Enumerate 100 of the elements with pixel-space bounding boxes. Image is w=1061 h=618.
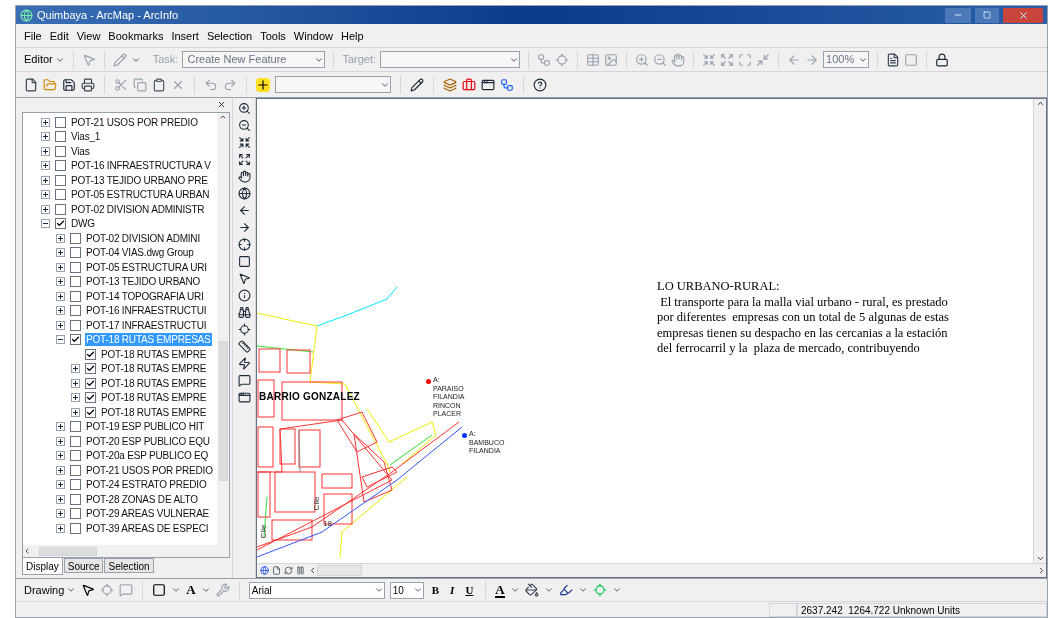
layer-name[interactable]: POT-20 ESP PUBLICO EQU [85,434,211,448]
layer-checkbox[interactable] [70,522,81,534]
zoom-in-icon[interactable] [237,102,251,115]
square-icon[interactable] [237,255,251,268]
layers-icon[interactable] [443,77,457,92]
crosshair-icon[interactable] [237,238,251,251]
expand-toggle[interactable] [55,277,65,287]
expand-toggle[interactable] [70,378,80,388]
layer-checkbox[interactable] [85,363,96,375]
layout-view-icon[interactable] [272,566,281,575]
globe-icon[interactable] [237,187,251,200]
expand-toggle[interactable] [40,161,50,171]
task-dropdown[interactable]: Create New Feature [182,51,326,68]
locate-icon[interactable] [237,323,251,336]
layer-checkbox[interactable] [55,160,66,172]
layer-name[interactable]: POT-13 TEJIDO URBANO [85,275,202,289]
message-icon[interactable] [237,374,251,387]
expand-toggle[interactable] [55,480,65,490]
printer-icon[interactable] [81,77,95,92]
vertical-scrollbar[interactable] [1033,99,1046,563]
scroll-thumb[interactable] [218,341,228,481]
ruler-icon[interactable] [237,340,251,353]
paste-icon[interactable] [152,77,166,92]
menu-item[interactable]: Window [293,28,333,45]
lightning-icon[interactable] [237,357,251,370]
text-tool[interactable]: A [186,580,196,600]
layer-name[interactable]: POT-14 TOPOGRAFIA URI [85,289,205,303]
expand-toggle[interactable] [55,422,65,432]
marker-color-icon[interactable] [592,583,607,597]
back-arrow-icon[interactable] [237,204,251,217]
expand-toggle[interactable] [55,320,65,330]
pointer-icon[interactable] [237,272,251,285]
close-icon[interactable] [1017,9,1029,21]
layer-name[interactable]: POT-24 ESTRATO PREDIO [85,478,208,492]
line-color-icon[interactable] [558,583,573,597]
layer-checkbox[interactable] [70,319,81,331]
scroll-up-icon[interactable] [219,113,227,121]
help-icon[interactable] [533,77,547,92]
layer-checkbox[interactable] [55,131,66,143]
scroll-down-icon[interactable] [1035,554,1045,563]
layer-name[interactable]: POT-18 RUTAS EMPRE [100,376,208,390]
restore-button[interactable] [975,7,999,23]
panel-tab[interactable]: Source [63,558,104,573]
model-icon[interactable] [500,77,514,92]
font-size-dropdown[interactable]: 10 [389,581,424,599]
layer-checkbox[interactable] [70,261,81,273]
menu-item[interactable]: View [76,28,101,45]
layer-name[interactable]: POT-04 VIAS.dwg Group [85,246,195,260]
menu-item[interactable]: Help [341,28,364,45]
forward-arrow-icon[interactable] [237,221,251,234]
layer-name[interactable]: POT-29 AREAS VULNERAE [85,507,211,521]
layer-name[interactable]: POT-02 DIVISION ADMINISTR [70,202,206,216]
horizontal-scrollbar[interactable] [308,564,1046,577]
italic-button[interactable]: I [447,581,458,599]
save-icon[interactable] [62,77,76,92]
layer-name[interactable]: POT-18 RUTAS EMPRE [100,405,208,419]
layer-checkbox[interactable] [70,435,81,447]
layer-checkbox[interactable] [55,174,66,186]
expand-toggle[interactable] [55,262,65,272]
layer-checkbox[interactable] [70,493,81,505]
panel-tab[interactable]: Selection [104,558,154,573]
collapse-toggle[interactable] [40,219,50,229]
layer-name[interactable]: POT-21 USOS POR PREDIO [70,115,199,129]
expand-toggle[interactable] [55,436,65,446]
layer-checkbox[interactable] [70,334,81,346]
zoom-dropdown[interactable]: 100% [823,51,870,68]
menu-item[interactable]: Bookmarks [108,28,164,45]
expand-toggle[interactable] [55,233,65,243]
new-file-icon[interactable] [24,77,38,92]
scroll-up-icon[interactable] [1035,99,1045,108]
expand-toggle[interactable] [70,407,80,417]
menu-item[interactable]: Insert [171,28,199,45]
horizontal-scrollbar[interactable] [23,545,229,557]
collapse-toggle[interactable] [55,335,65,345]
layer-name[interactable]: POT-16 INFRAESTRUCTUI [85,304,208,318]
expand-toggle[interactable] [55,451,65,461]
layer-name[interactable]: POT-05 ESTRUCTURA URI [85,260,208,274]
add-data-icon[interactable] [256,77,270,92]
editor-menu[interactable]: Editor [24,51,65,68]
layer-name[interactable]: POT-39 AREAS DE ESPECI [85,521,210,535]
data-view-icon[interactable] [260,566,269,575]
scroll-right-icon[interactable] [1037,566,1046,575]
font-color-button[interactable]: A [495,582,505,598]
bold-button[interactable]: B [428,581,443,599]
expand-toggle[interactable] [40,132,50,142]
layer-name[interactable]: Vias_1 [70,130,102,144]
pause-icon[interactable] [296,566,305,575]
expand-toggle[interactable] [40,146,50,156]
layer-checkbox[interactable] [70,464,81,476]
layer-name[interactable]: POT-18 RUTAS EMPRE [100,362,208,376]
expand-icon[interactable] [237,153,251,166]
editor-pencil-icon[interactable] [410,77,424,92]
scroll-left-icon[interactable] [23,547,31,555]
minimize-button[interactable] [945,7,971,23]
close-icon[interactable] [217,100,226,109]
panel-tab[interactable]: Display [22,558,63,575]
vertical-scrollbar[interactable] [217,113,229,545]
refresh-icon[interactable] [284,566,293,575]
layer-name[interactable]: POT-18 RUTAS EMPRE [100,347,208,361]
expand-toggle[interactable] [55,494,65,504]
